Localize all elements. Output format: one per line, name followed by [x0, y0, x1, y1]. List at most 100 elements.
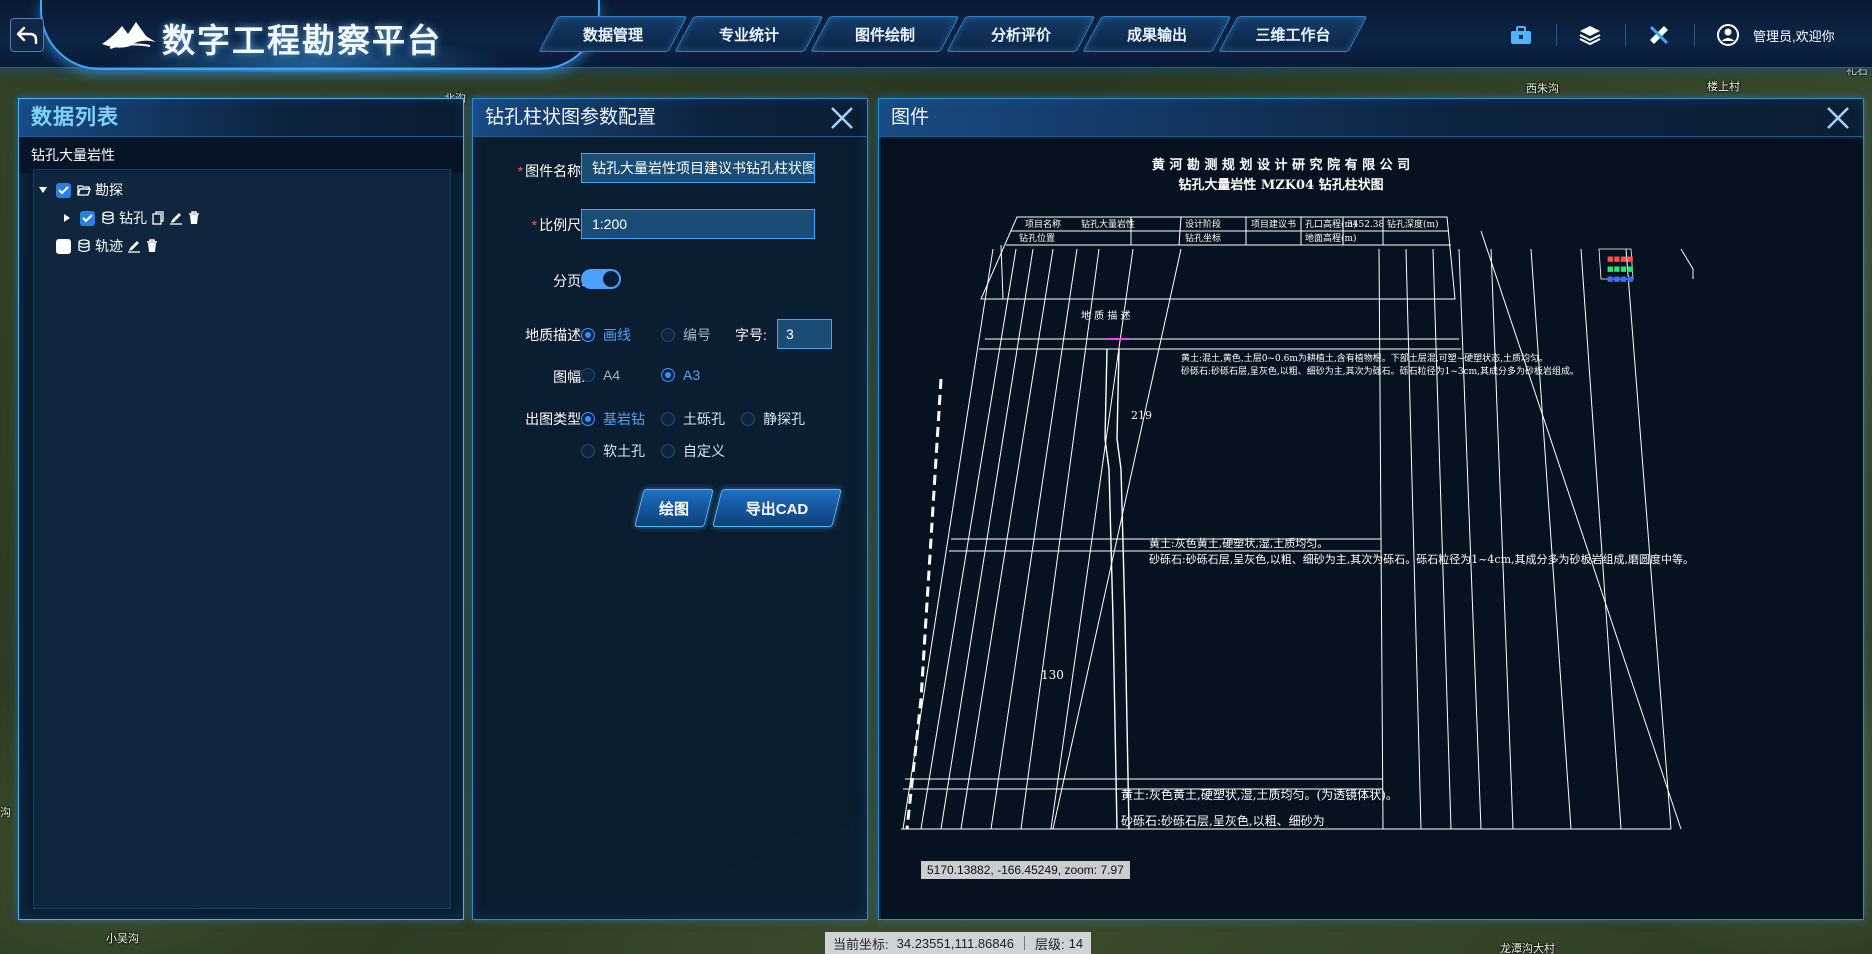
- legend-red: ■■■■: [1607, 255, 1633, 263]
- database-icon: [101, 211, 115, 225]
- nav-item-drawing[interactable]: 图件绘制: [820, 16, 950, 52]
- user-icon: [1717, 24, 1739, 46]
- radio-dot: [661, 368, 675, 382]
- divider: [1694, 24, 1695, 46]
- close-icon: [1827, 107, 1849, 129]
- layers-button[interactable]: [1575, 22, 1605, 48]
- borehole-config-panel: 钻孔柱状图参数配置 * 图件名称: 钻孔大量岩性项目建议书钻孔柱状图 * 比例尺: …: [472, 98, 868, 920]
- tree-node-label: 钻孔: [119, 210, 147, 226]
- legend-blue: ■■■■: [1607, 275, 1633, 283]
- radio-dot: [661, 444, 675, 458]
- tools-button[interactable]: [1644, 22, 1674, 48]
- geo-desc-label: 地质描述:: [525, 327, 585, 343]
- trash-icon[interactable]: [145, 239, 159, 253]
- paper-label: 图幅:: [553, 369, 585, 385]
- mountain-logo-icon: [102, 22, 156, 49]
- drawing-canvas[interactable]: 黄 河 勘 测 规 划 设 计 研 究 院 有 限 公 司 钻孔大量岩性 MZK…: [881, 139, 1863, 919]
- table-cell: 项目建议书: [1251, 218, 1296, 230]
- caret-right-icon[interactable]: [62, 213, 72, 223]
- map-label: 楼上村: [1707, 81, 1740, 93]
- chart-title: 钻孔大量岩性 MZK04 钻孔柱状图: [1178, 177, 1383, 193]
- nav-item-output[interactable]: 成果输出: [1092, 16, 1222, 52]
- geo-desc-text: 黄土:灰色黄土,硬塑状,湿,土质均匀。(为透镜体状)。: [1121, 787, 1398, 802]
- level-value: 14: [1068, 935, 1084, 951]
- scale-label: * 比例尺:: [531, 217, 585, 233]
- legend-green: ■■■■: [1607, 265, 1633, 273]
- data-list-subtitle: 钻孔大量岩性: [19, 137, 463, 173]
- tree-checkbox[interactable]: [80, 210, 95, 226]
- nav-item-statistics[interactable]: 专业统计: [684, 16, 814, 52]
- nav-item-data-management[interactable]: 数据管理: [548, 16, 678, 52]
- export-cad-button[interactable]: 导出CAD: [717, 489, 837, 527]
- tree-node-label: 勘探: [95, 182, 123, 198]
- radio-type-custom[interactable]: 自定义: [661, 441, 725, 461]
- folder-open-icon: [77, 183, 91, 197]
- copy-icon[interactable]: [151, 211, 165, 225]
- toolbox-button[interactable]: [1506, 22, 1536, 48]
- nav-label: 数据管理: [582, 26, 643, 44]
- tree-node-borehole[interactable]: 钻孔: [62, 208, 205, 228]
- toolbox-icon: [1511, 26, 1531, 44]
- paging-toggle[interactable]: [581, 269, 621, 289]
- table-cell: 钻孔位置: [1019, 232, 1055, 244]
- table-cell: 地面高程(m): [1305, 232, 1357, 244]
- user-avatar-button[interactable]: [1713, 22, 1743, 48]
- toggle-knob: [603, 271, 619, 287]
- caret-down-icon[interactable]: [38, 185, 48, 195]
- edit-icon[interactable]: [127, 239, 141, 253]
- back-arrow-icon: [16, 26, 38, 45]
- back-button[interactable]: [10, 18, 44, 52]
- cursor-coordinate-tooltip: 5170.13882, -166.45249, zoom: 7.97: [921, 861, 1130, 879]
- radio-dot: [661, 412, 675, 426]
- font-size-label: 字号:: [735, 327, 767, 343]
- table-cell: 钻孔深度(m): [1387, 218, 1439, 230]
- draw-button[interactable]: 绘图: [639, 489, 709, 527]
- level-label: 层级:: [1034, 936, 1065, 952]
- coord-label: 当前坐标:: [833, 936, 889, 952]
- drawing-name-label: * 图件名称:: [517, 163, 585, 179]
- radio-dot: [661, 328, 675, 342]
- radio-type-soil-gravel[interactable]: 土砾孔: [661, 409, 725, 429]
- panel-title: 数据列表: [19, 99, 463, 137]
- company-title: 黄 河 勘 测 规 划 设 计 研 究 院 有 限 公 司: [1152, 157, 1410, 173]
- divider: [1023, 936, 1025, 950]
- trash-icon[interactable]: [187, 211, 201, 225]
- divider: [1625, 24, 1626, 46]
- map-label: 小吴沟: [106, 933, 139, 945]
- nav-item-analysis[interactable]: 分析评价: [956, 16, 1086, 52]
- table-cell: 设计阶段: [1185, 218, 1221, 230]
- edit-icon[interactable]: [169, 211, 183, 225]
- coord-value: 34.23551,111.86846: [896, 935, 1014, 951]
- font-size-input[interactable]: 3: [777, 319, 832, 349]
- tree-node-exploration[interactable]: 勘探: [38, 180, 127, 200]
- divider: [1556, 24, 1557, 46]
- radio-geo-line[interactable]: 画线: [581, 325, 631, 345]
- radio-paper-a3[interactable]: A3: [661, 367, 700, 383]
- radio-dot: [581, 368, 595, 382]
- header-toolbar: 管理员,欢迎你: [1506, 22, 1835, 48]
- radio-type-soft-soil[interactable]: 软土孔: [581, 441, 645, 461]
- map-label: 龙潭沟大村: [1500, 943, 1555, 954]
- tree-checkbox[interactable]: [56, 238, 71, 254]
- close-icon: [831, 107, 853, 129]
- nav-item-3d-workbench[interactable]: 三维工作台: [1228, 16, 1358, 52]
- radio-dot: [581, 444, 595, 458]
- table-cell: 3452.38: [1347, 220, 1384, 230]
- tree-node-track[interactable]: 轨迹: [56, 236, 163, 256]
- output-type-label: 出图类型:: [525, 411, 585, 427]
- main-nav: 数据管理 专业统计 图件绘制 分析评价 成果输出 三维工作台: [548, 16, 1364, 52]
- geo-desc-text: 黄土:灰色黄土,硬塑状,湿,土质均匀。: [1149, 536, 1328, 550]
- radio-geo-number[interactable]: 编号: [661, 325, 711, 345]
- close-config-button[interactable]: [829, 105, 855, 131]
- check-icon: [82, 213, 93, 222]
- radio-type-bedrock[interactable]: 基岩钻: [581, 409, 645, 429]
- scale-input[interactable]: 1:200: [581, 209, 815, 239]
- data-tree: 勘探 钻孔 轨迹: [33, 169, 451, 909]
- radio-type-cpt[interactable]: 静探孔: [741, 409, 805, 429]
- tree-checkbox[interactable]: [56, 182, 71, 198]
- drawing-name-input[interactable]: 钻孔大量岩性项目建议书钻孔柱状图: [581, 153, 815, 183]
- radio-paper-a4[interactable]: A4: [581, 367, 620, 383]
- close-drawing-button[interactable]: [1825, 105, 1851, 131]
- table-cell: 地 质 描 述: [1081, 309, 1131, 322]
- ruler-pencil-icon: [1649, 25, 1669, 45]
